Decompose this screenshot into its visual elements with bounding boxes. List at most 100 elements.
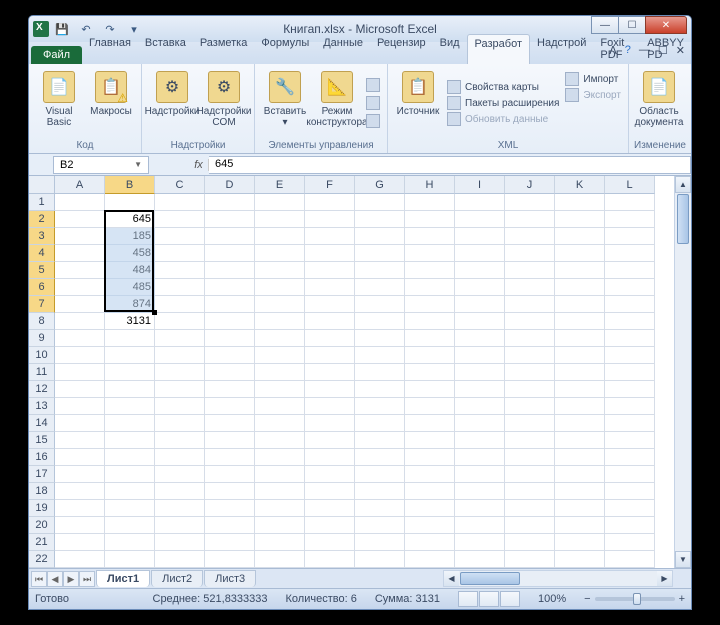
cell[interactable] [55, 449, 105, 466]
row-header[interactable]: 7 [29, 296, 55, 313]
row-header[interactable]: 21 [29, 534, 55, 551]
cell[interactable] [305, 245, 355, 262]
zoom-in-button[interactable]: + [679, 593, 685, 605]
column-header[interactable]: H [405, 176, 455, 194]
cell[interactable] [605, 432, 655, 449]
cell[interactable] [605, 313, 655, 330]
cell[interactable] [55, 517, 105, 534]
cell[interactable]: 3131 [105, 313, 155, 330]
cell[interactable] [505, 534, 555, 551]
cell[interactable]: 874 [105, 296, 155, 313]
cell[interactable] [155, 296, 205, 313]
row-header[interactable]: 1 [29, 194, 55, 211]
cell[interactable] [55, 211, 105, 228]
cell[interactable] [505, 347, 555, 364]
cell[interactable] [555, 500, 605, 517]
cell[interactable] [305, 194, 355, 211]
zoom-thumb[interactable] [633, 593, 641, 605]
cell[interactable] [55, 347, 105, 364]
cell[interactable] [205, 279, 255, 296]
cell[interactable] [405, 551, 455, 568]
cell[interactable] [305, 415, 355, 432]
cell[interactable] [555, 415, 605, 432]
column-header[interactable]: G [355, 176, 405, 194]
cell[interactable] [55, 500, 105, 517]
tab-надстрой[interactable]: Надстрой [530, 34, 593, 64]
cell[interactable] [255, 279, 305, 296]
tab-вид[interactable]: Вид [433, 34, 467, 64]
cell[interactable] [155, 483, 205, 500]
zoom-slider[interactable] [595, 597, 675, 601]
minimize-button[interactable]: — [591, 16, 619, 34]
cell[interactable] [405, 449, 455, 466]
row-header[interactable]: 14 [29, 415, 55, 432]
row-header[interactable]: 5 [29, 262, 55, 279]
cell[interactable] [205, 449, 255, 466]
cell[interactable] [355, 517, 405, 534]
cell[interactable] [305, 398, 355, 415]
cell[interactable] [355, 262, 405, 279]
cell[interactable] [605, 262, 655, 279]
zoom-out-button[interactable]: − [584, 593, 590, 605]
normal-view-button[interactable] [458, 591, 478, 607]
cell[interactable] [155, 245, 205, 262]
row-header[interactable]: 2 [29, 211, 55, 228]
workbook-restore-icon[interactable]: ☐ [658, 44, 668, 57]
cell[interactable] [55, 279, 105, 296]
cell[interactable]: 645 [105, 211, 155, 228]
cell[interactable] [555, 381, 605, 398]
workbook-min-icon[interactable]: — [639, 44, 650, 57]
row-header[interactable]: 4 [29, 245, 55, 262]
cell[interactable] [355, 194, 405, 211]
cell[interactable] [555, 466, 605, 483]
save-button[interactable]: 💾 [51, 19, 73, 39]
tab-разметка[interactable]: Разметка [193, 34, 255, 64]
cell[interactable] [55, 194, 105, 211]
com-addins-button[interactable]: ⚙ НадстройкиCOM [199, 67, 249, 139]
cell[interactable] [605, 500, 655, 517]
run-dialog-button[interactable] [364, 113, 382, 129]
cell[interactable] [155, 449, 205, 466]
cell[interactable]: 185 [105, 228, 155, 245]
cell[interactable] [255, 517, 305, 534]
cell[interactable] [455, 279, 505, 296]
cell[interactable] [555, 364, 605, 381]
tab-разработ[interactable]: Разработ [467, 34, 530, 64]
cell[interactable] [405, 500, 455, 517]
cell[interactable] [355, 279, 405, 296]
row-header[interactable]: 20 [29, 517, 55, 534]
cell[interactable] [505, 296, 555, 313]
cell[interactable] [205, 466, 255, 483]
cell[interactable] [55, 330, 105, 347]
cell[interactable] [405, 347, 455, 364]
sheet-nav-prev-icon[interactable]: ◀ [47, 571, 63, 587]
insert-controls-button[interactable]: 🔧 Вставить▾ [260, 67, 310, 139]
cell[interactable] [455, 347, 505, 364]
vscroll-thumb[interactable] [677, 194, 689, 244]
workbook-close-icon[interactable]: ✕ [676, 44, 685, 57]
cell[interactable] [205, 551, 255, 568]
cell[interactable] [505, 313, 555, 330]
cell[interactable] [255, 449, 305, 466]
cell[interactable] [155, 228, 205, 245]
cell[interactable] [355, 313, 405, 330]
cell[interactable] [355, 381, 405, 398]
cell[interactable] [255, 313, 305, 330]
cell[interactable] [505, 466, 555, 483]
cell[interactable] [605, 483, 655, 500]
cell[interactable] [105, 534, 155, 551]
cell[interactable] [305, 483, 355, 500]
cell[interactable] [105, 432, 155, 449]
column-header[interactable]: E [255, 176, 305, 194]
visual-basic-button[interactable]: 📄 VisualBasic [34, 67, 84, 139]
column-header[interactable]: A [55, 176, 105, 194]
cell[interactable] [605, 534, 655, 551]
column-header[interactable]: K [555, 176, 605, 194]
cell[interactable] [505, 483, 555, 500]
cell[interactable] [555, 296, 605, 313]
cell[interactable] [505, 432, 555, 449]
cell[interactable] [555, 449, 605, 466]
cell[interactable] [55, 262, 105, 279]
cell[interactable]: 484 [105, 262, 155, 279]
scroll-left-icon[interactable]: ◀ [444, 571, 459, 586]
